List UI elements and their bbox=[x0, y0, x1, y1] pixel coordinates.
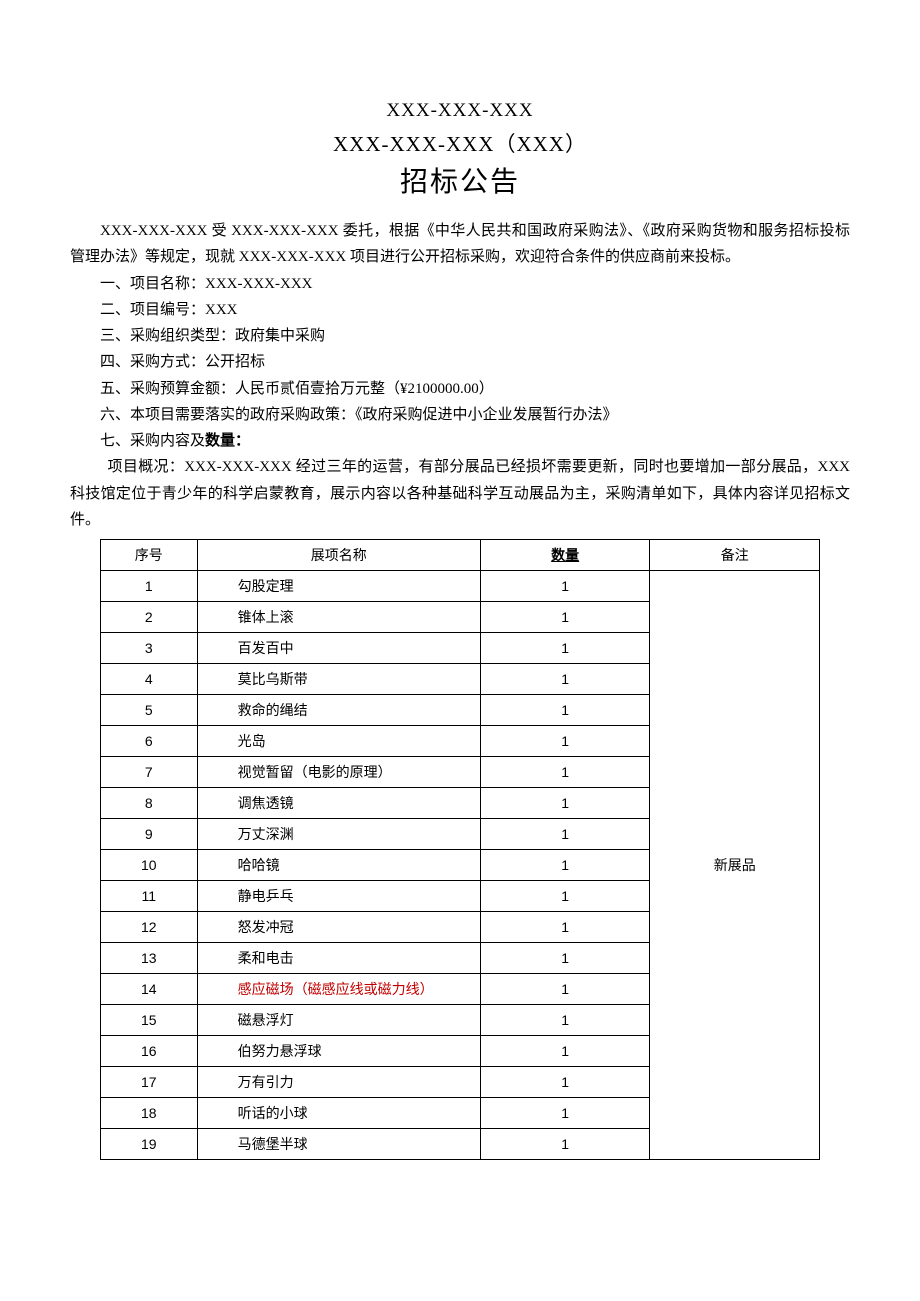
cell-qty: 1 bbox=[480, 1129, 650, 1160]
table-row: 1勾股定理1新展品 bbox=[101, 571, 820, 602]
item-content-label: 七、采购内容及数量： bbox=[70, 428, 850, 454]
cell-name: 万丈深渊 bbox=[197, 819, 480, 850]
items-table: 序号 展项名称 数量 备注 1勾股定理1新展品2锥体上滚13百发百中14莫比乌斯… bbox=[100, 539, 820, 1160]
cell-qty: 1 bbox=[480, 1036, 650, 1067]
project-overview: 项目概况：XXX-XXX-XXX 经过三年的运营，有部分展品已经损坏需要更新，同… bbox=[70, 454, 850, 533]
cell-qty: 1 bbox=[480, 602, 650, 633]
cell-seq: 7 bbox=[101, 757, 198, 788]
cell-qty: 1 bbox=[480, 571, 650, 602]
item-budget: 五、采购预算金额：人民币贰佰壹拾万元整（¥2100000.00） bbox=[70, 376, 850, 402]
intro-paragraph: XXX-XXX-XXX 受 XXX-XXX-XXX 委托，根据《中华人民共和国政… bbox=[70, 218, 850, 271]
header-subcode: XXX-XXX-XXX（XXX） bbox=[70, 128, 850, 158]
cell-name: 救命的绳结 bbox=[197, 695, 480, 726]
cell-qty: 1 bbox=[480, 633, 650, 664]
cell-seq: 6 bbox=[101, 726, 198, 757]
cell-seq: 11 bbox=[101, 881, 198, 912]
cell-name: 锥体上滚 bbox=[197, 602, 480, 633]
cell-qty: 1 bbox=[480, 1098, 650, 1129]
cell-name: 勾股定理 bbox=[197, 571, 480, 602]
cell-name: 怒发冲冠 bbox=[197, 912, 480, 943]
cell-seq: 8 bbox=[101, 788, 198, 819]
th-seq: 序号 bbox=[101, 540, 198, 571]
cell-qty: 1 bbox=[480, 664, 650, 695]
cell-seq: 4 bbox=[101, 664, 198, 695]
cell-seq: 1 bbox=[101, 571, 198, 602]
cell-qty: 1 bbox=[480, 1005, 650, 1036]
cell-seq: 15 bbox=[101, 1005, 198, 1036]
cell-seq: 19 bbox=[101, 1129, 198, 1160]
cell-seq: 18 bbox=[101, 1098, 198, 1129]
item-project-number: 二、项目编号：XXX bbox=[70, 297, 850, 323]
cell-qty: 1 bbox=[480, 912, 650, 943]
item-project-name: 一、项目名称：XXX-XXX-XXX bbox=[70, 271, 850, 297]
item-method: 四、采购方式：公开招标 bbox=[70, 349, 850, 375]
cell-seq: 14 bbox=[101, 974, 198, 1005]
item-seven-text: 七、采购内容及 bbox=[100, 433, 205, 449]
cell-qty: 1 bbox=[480, 726, 650, 757]
cell-seq: 13 bbox=[101, 943, 198, 974]
cell-qty: 1 bbox=[480, 819, 650, 850]
cell-name: 百发百中 bbox=[197, 633, 480, 664]
th-name: 展项名称 bbox=[197, 540, 480, 571]
cell-name: 光岛 bbox=[197, 726, 480, 757]
cell-qty: 1 bbox=[480, 850, 650, 881]
cell-name: 静电乒乓 bbox=[197, 881, 480, 912]
item-seven-bold: 数量： bbox=[205, 433, 250, 449]
cell-name: 视觉暂留（电影的原理） bbox=[197, 757, 480, 788]
cell-name: 莫比乌斯带 bbox=[197, 664, 480, 695]
cell-name: 磁悬浮灯 bbox=[197, 1005, 480, 1036]
page-title: 招标公告 bbox=[70, 160, 850, 200]
cell-seq: 10 bbox=[101, 850, 198, 881]
cell-name: 伯努力悬浮球 bbox=[197, 1036, 480, 1067]
table-header-row: 序号 展项名称 数量 备注 bbox=[101, 540, 820, 571]
cell-name: 万有引力 bbox=[197, 1067, 480, 1098]
cell-qty: 1 bbox=[480, 757, 650, 788]
cell-qty: 1 bbox=[480, 943, 650, 974]
cell-seq: 16 bbox=[101, 1036, 198, 1067]
th-note: 备注 bbox=[650, 540, 820, 571]
cell-qty: 1 bbox=[480, 695, 650, 726]
header-code: XXX-XXX-XXX bbox=[70, 100, 850, 122]
cell-note: 新展品 bbox=[650, 571, 820, 1160]
cell-seq: 5 bbox=[101, 695, 198, 726]
cell-seq: 17 bbox=[101, 1067, 198, 1098]
cell-qty: 1 bbox=[480, 788, 650, 819]
cell-name: 哈哈镜 bbox=[197, 850, 480, 881]
cell-seq: 12 bbox=[101, 912, 198, 943]
cell-name: 听话的小球 bbox=[197, 1098, 480, 1129]
cell-name: 柔和电击 bbox=[197, 943, 480, 974]
cell-qty: 1 bbox=[480, 1067, 650, 1098]
cell-seq: 9 bbox=[101, 819, 198, 850]
cell-name: 感应磁场（磁感应线或磁力线） bbox=[197, 974, 480, 1005]
cell-seq: 2 bbox=[101, 602, 198, 633]
item-org-type: 三、采购组织类型：政府集中采购 bbox=[70, 323, 850, 349]
cell-seq: 3 bbox=[101, 633, 198, 664]
cell-qty: 1 bbox=[480, 974, 650, 1005]
th-qty: 数量 bbox=[480, 540, 650, 571]
document-page: XXX-XXX-XXX XXX-XXX-XXX（XXX） 招标公告 XXX-XX… bbox=[0, 0, 920, 1220]
item-policy: 六、本项目需要落实的政府采购政策：《政府采购促进中小企业发展暂行办法》 bbox=[70, 402, 850, 428]
cell-name: 马德堡半球 bbox=[197, 1129, 480, 1160]
cell-name: 调焦透镜 bbox=[197, 788, 480, 819]
cell-qty: 1 bbox=[480, 881, 650, 912]
